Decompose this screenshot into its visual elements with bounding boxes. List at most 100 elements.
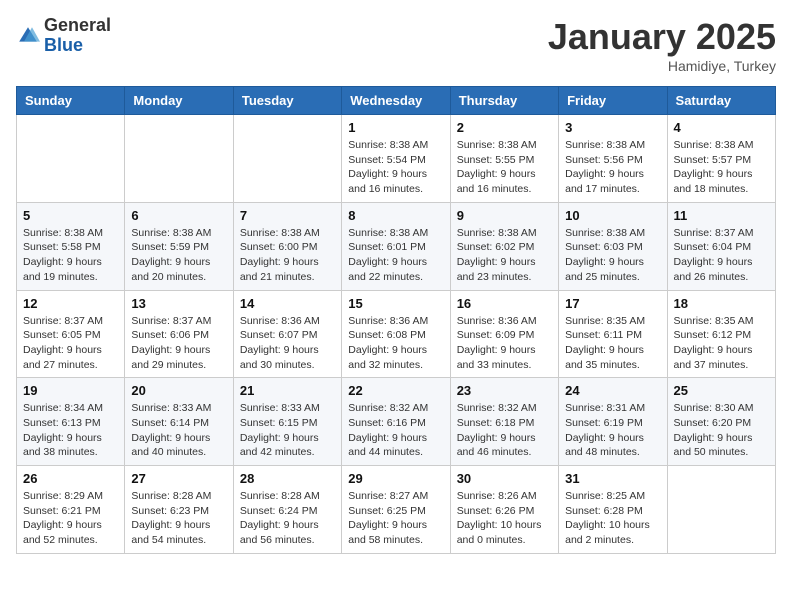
day-number: 17 xyxy=(565,296,660,311)
day-info: Sunrise: 8:26 AM Sunset: 6:26 PM Dayligh… xyxy=(457,489,552,548)
day-info: Sunrise: 8:38 AM Sunset: 5:58 PM Dayligh… xyxy=(23,226,118,285)
calendar-cell: 11 Sunrise: 8:37 AM Sunset: 6:04 PM Dayli… xyxy=(667,202,775,290)
page-header: General Blue January 2025 Hamidiye, Turk… xyxy=(16,16,776,74)
day-number: 24 xyxy=(565,383,660,398)
weekday-header: Saturday xyxy=(667,87,775,115)
day-number: 3 xyxy=(565,120,660,135)
day-info: Sunrise: 8:38 AM Sunset: 6:01 PM Dayligh… xyxy=(348,226,443,285)
day-number: 25 xyxy=(674,383,769,398)
calendar-cell: 28Sunrise: 8:28 AM Sunset: 6:24 PM Dayli… xyxy=(233,466,341,554)
day-number: 18 xyxy=(674,296,769,311)
calendar-cell xyxy=(125,115,233,203)
calendar-cell: 5 Sunrise: 8:38 AM Sunset: 5:58 PM Daylig… xyxy=(17,202,125,290)
calendar-cell xyxy=(233,115,341,203)
calendar-cell: 9Sunrise: 8:38 AM Sunset: 6:02 PM Daylig… xyxy=(450,202,558,290)
calendar-cell: 4 Sunrise: 8:38 AM Sunset: 5:57 PM Daylig… xyxy=(667,115,775,203)
calendar-cell xyxy=(667,466,775,554)
location: Hamidiye, Turkey xyxy=(548,58,776,74)
day-number: 21 xyxy=(240,383,335,398)
calendar-cell: 23 Sunrise: 8:32 AM Sunset: 6:18 PM Dayli… xyxy=(450,378,558,466)
day-number: 12 xyxy=(23,296,118,311)
logo-blue-text: Blue xyxy=(44,35,83,55)
calendar-table: SundayMondayTuesdayWednesdayThursdayFrid… xyxy=(16,86,776,554)
calendar-cell: 22 Sunrise: 8:32 AM Sunset: 6:16 PM Dayli… xyxy=(342,378,450,466)
day-number: 9 xyxy=(457,208,552,223)
day-number: 13 xyxy=(131,296,226,311)
weekday-header: Tuesday xyxy=(233,87,341,115)
weekday-header: Thursday xyxy=(450,87,558,115)
day-number: 2 xyxy=(457,120,552,135)
day-info: Sunrise: 8:33 AM Sunset: 6:14 PM Dayligh… xyxy=(131,401,226,460)
day-info: Sunrise: 8:36 AM Sunset: 6:09 PM Dayligh… xyxy=(457,314,552,373)
calendar-cell: 6Sunrise: 8:38 AM Sunset: 5:59 PM Daylig… xyxy=(125,202,233,290)
day-number: 27 xyxy=(131,471,226,486)
day-info: Sunrise: 8:28 AM Sunset: 6:24 PM Dayligh… xyxy=(240,489,335,548)
day-number: 4 xyxy=(674,120,769,135)
day-info: Sunrise: 8:37 AM Sunset: 6:06 PM Dayligh… xyxy=(131,314,226,373)
day-number: 5 xyxy=(23,208,118,223)
calendar-cell: 26 Sunrise: 8:29 AM Sunset: 6:21 PM Dayli… xyxy=(17,466,125,554)
calendar-cell: 2 Sunrise: 8:38 AM Sunset: 5:55 PM Daylig… xyxy=(450,115,558,203)
weekday-header-row: SundayMondayTuesdayWednesdayThursdayFrid… xyxy=(17,87,776,115)
logo-icon xyxy=(16,24,40,48)
day-info: Sunrise: 8:25 AM Sunset: 6:28 PM Dayligh… xyxy=(565,489,660,548)
calendar-cell: 15 Sunrise: 8:36 AM Sunset: 6:08 PM Dayli… xyxy=(342,290,450,378)
day-number: 29 xyxy=(348,471,443,486)
calendar-cell: 8 Sunrise: 8:38 AM Sunset: 6:01 PM Daylig… xyxy=(342,202,450,290)
calendar-cell: 18 Sunrise: 8:35 AM Sunset: 6:12 PM Dayli… xyxy=(667,290,775,378)
calendar-cell: 30 Sunrise: 8:26 AM Sunset: 6:26 PM Dayli… xyxy=(450,466,558,554)
day-info: Sunrise: 8:38 AM Sunset: 5:56 PM Dayligh… xyxy=(565,138,660,197)
calendar-cell: 20Sunrise: 8:33 AM Sunset: 6:14 PM Dayli… xyxy=(125,378,233,466)
day-info: Sunrise: 8:29 AM Sunset: 6:21 PM Dayligh… xyxy=(23,489,118,548)
calendar-cell: 29 Sunrise: 8:27 AM Sunset: 6:25 PM Dayli… xyxy=(342,466,450,554)
calendar-cell: 24 Sunrise: 8:31 AM Sunset: 6:19 PM Dayli… xyxy=(559,378,667,466)
calendar-week-row: 19 Sunrise: 8:34 AM Sunset: 6:13 PM Dayli… xyxy=(17,378,776,466)
day-info: Sunrise: 8:36 AM Sunset: 6:08 PM Dayligh… xyxy=(348,314,443,373)
day-number: 15 xyxy=(348,296,443,311)
day-info: Sunrise: 8:34 AM Sunset: 6:13 PM Dayligh… xyxy=(23,401,118,460)
logo-general-text: General xyxy=(44,15,111,35)
calendar-cell: 12 Sunrise: 8:37 AM Sunset: 6:05 PM Dayli… xyxy=(17,290,125,378)
day-info: Sunrise: 8:35 AM Sunset: 6:12 PM Dayligh… xyxy=(674,314,769,373)
weekday-header: Monday xyxy=(125,87,233,115)
day-info: Sunrise: 8:32 AM Sunset: 6:16 PM Dayligh… xyxy=(348,401,443,460)
day-number: 31 xyxy=(565,471,660,486)
day-info: Sunrise: 8:38 AM Sunset: 5:59 PM Dayligh… xyxy=(131,226,226,285)
calendar-cell: 16Sunrise: 8:36 AM Sunset: 6:09 PM Dayli… xyxy=(450,290,558,378)
day-info: Sunrise: 8:28 AM Sunset: 6:23 PM Dayligh… xyxy=(131,489,226,548)
day-info: Sunrise: 8:37 AM Sunset: 6:04 PM Dayligh… xyxy=(674,226,769,285)
day-info: Sunrise: 8:37 AM Sunset: 6:05 PM Dayligh… xyxy=(23,314,118,373)
day-number: 14 xyxy=(240,296,335,311)
calendar-week-row: 5 Sunrise: 8:38 AM Sunset: 5:58 PM Daylig… xyxy=(17,202,776,290)
calendar-cell: 14 Sunrise: 8:36 AM Sunset: 6:07 PM Dayli… xyxy=(233,290,341,378)
calendar-cell: 25 Sunrise: 8:30 AM Sunset: 6:20 PM Dayli… xyxy=(667,378,775,466)
day-number: 22 xyxy=(348,383,443,398)
title-block: January 2025 Hamidiye, Turkey xyxy=(548,16,776,74)
day-info: Sunrise: 8:38 AM Sunset: 5:55 PM Dayligh… xyxy=(457,138,552,197)
day-number: 1 xyxy=(348,120,443,135)
day-number: 26 xyxy=(23,471,118,486)
day-number: 30 xyxy=(457,471,552,486)
day-number: 19 xyxy=(23,383,118,398)
day-info: Sunrise: 8:31 AM Sunset: 6:19 PM Dayligh… xyxy=(565,401,660,460)
logo: General Blue xyxy=(16,16,111,56)
day-number: 23 xyxy=(457,383,552,398)
day-info: Sunrise: 8:32 AM Sunset: 6:18 PM Dayligh… xyxy=(457,401,552,460)
day-info: Sunrise: 8:38 AM Sunset: 5:54 PM Dayligh… xyxy=(348,138,443,197)
day-info: Sunrise: 8:30 AM Sunset: 6:20 PM Dayligh… xyxy=(674,401,769,460)
day-info: Sunrise: 8:38 AM Sunset: 6:03 PM Dayligh… xyxy=(565,226,660,285)
calendar-cell: 1 Sunrise: 8:38 AM Sunset: 5:54 PM Daylig… xyxy=(342,115,450,203)
calendar-week-row: 1 Sunrise: 8:38 AM Sunset: 5:54 PM Daylig… xyxy=(17,115,776,203)
day-info: Sunrise: 8:38 AM Sunset: 5:57 PM Dayligh… xyxy=(674,138,769,197)
day-info: Sunrise: 8:36 AM Sunset: 6:07 PM Dayligh… xyxy=(240,314,335,373)
calendar-cell xyxy=(17,115,125,203)
day-info: Sunrise: 8:35 AM Sunset: 6:11 PM Dayligh… xyxy=(565,314,660,373)
day-number: 8 xyxy=(348,208,443,223)
day-info: Sunrise: 8:33 AM Sunset: 6:15 PM Dayligh… xyxy=(240,401,335,460)
calendar-cell: 3 Sunrise: 8:38 AM Sunset: 5:56 PM Daylig… xyxy=(559,115,667,203)
calendar-week-row: 12 Sunrise: 8:37 AM Sunset: 6:05 PM Dayli… xyxy=(17,290,776,378)
day-info: Sunrise: 8:27 AM Sunset: 6:25 PM Dayligh… xyxy=(348,489,443,548)
day-number: 11 xyxy=(674,208,769,223)
calendar-cell: 17 Sunrise: 8:35 AM Sunset: 6:11 PM Dayli… xyxy=(559,290,667,378)
day-info: Sunrise: 8:38 AM Sunset: 6:00 PM Dayligh… xyxy=(240,226,335,285)
